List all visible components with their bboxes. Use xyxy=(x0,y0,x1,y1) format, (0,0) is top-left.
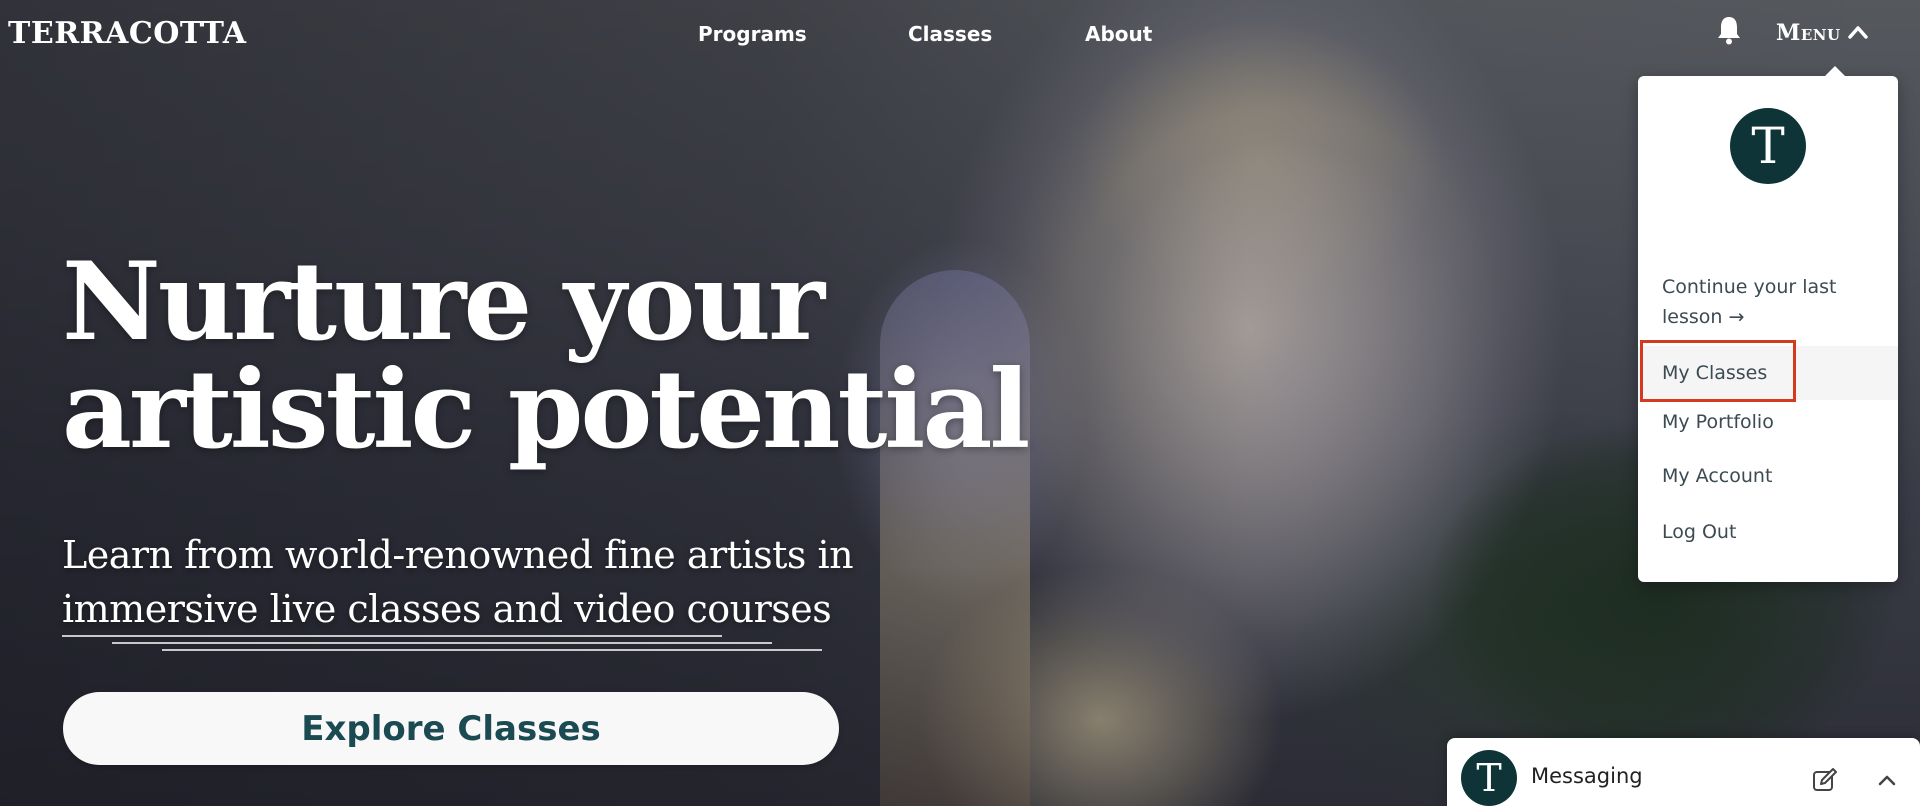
hero-title-line-1: Nurture your xyxy=(62,239,825,365)
user-menu-dropdown: T Continue your last lesson → My Classes… xyxy=(1638,66,1898,582)
messaging-widget[interactable]: T Messaging xyxy=(1447,738,1920,806)
menu-item-log-out[interactable]: Log Out xyxy=(1638,516,1898,548)
chevron-up-icon xyxy=(1847,20,1869,46)
compose-icon[interactable] xyxy=(1811,766,1839,794)
menu-toggle[interactable]: Menu xyxy=(1776,20,1869,46)
nav-link-classes[interactable]: Classes xyxy=(908,22,992,46)
hero-subtitle-line-1: Learn from world-renowned fine artists i… xyxy=(62,533,854,577)
site-logo[interactable]: TERRACOTTA xyxy=(8,16,247,51)
hero-subtitle-line-2: immersive live classes and video courses xyxy=(62,587,832,631)
menu-item-continue-lesson[interactable]: Continue your last lesson → xyxy=(1638,272,1898,332)
hero-title-line-2: artistic potential xyxy=(62,347,1030,473)
menu-item-my-portfolio[interactable]: My Portfolio xyxy=(1638,406,1898,438)
menu-item-my-account[interactable]: My Account xyxy=(1638,460,1898,492)
messaging-avatar: T xyxy=(1461,750,1517,806)
menu-label: Menu xyxy=(1776,20,1841,46)
hero-subtitle: Learn from world-renowned fine artists i… xyxy=(62,528,862,636)
nav-link-programs[interactable]: Programs xyxy=(698,22,807,46)
decorative-underlines xyxy=(62,635,822,651)
explore-classes-button[interactable]: Explore Classes xyxy=(63,692,839,765)
user-avatar[interactable]: T xyxy=(1730,108,1806,184)
menu-item-my-classes[interactable]: My Classes xyxy=(1638,346,1898,400)
bell-icon[interactable] xyxy=(1714,14,1744,46)
nav-link-about[interactable]: About xyxy=(1085,22,1152,46)
chevron-up-icon[interactable] xyxy=(1875,768,1899,792)
messaging-title[interactable]: Messaging xyxy=(1531,764,1643,788)
hero-title: Nurture your artistic potential xyxy=(62,239,1030,473)
